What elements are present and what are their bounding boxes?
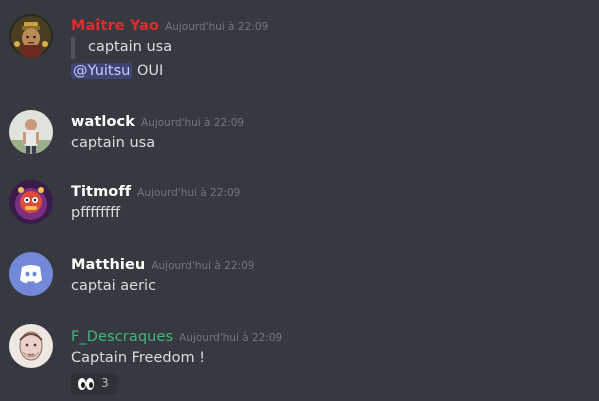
quote-bar (71, 37, 75, 59)
username[interactable]: Titmoff (71, 184, 131, 200)
message-content: @Yuitsu OUI (71, 63, 163, 79)
timestamp: Aujourd'hui à 22:09 (151, 260, 255, 272)
message-text: captai aeric (71, 278, 157, 294)
message-text: pffffffff (71, 205, 121, 221)
message: Matthieu Aujourd'hui à 22:09 captai aeric (0, 240, 599, 312)
timestamp: Aujourd'hui à 22:09 (140, 117, 245, 129)
avatar[interactable] (9, 14, 53, 58)
username[interactable]: watlock (71, 114, 135, 130)
message-header: F_Descraques Aujourd'hui à 22:09 (71, 326, 282, 345)
username[interactable]: Maître Yao (71, 18, 159, 34)
reaction-button[interactable]: 3 (71, 373, 118, 395)
message-text: captain usa (71, 135, 156, 151)
sketch-avatar-icon (9, 324, 53, 368)
reaction-count: 3 (101, 376, 109, 390)
cartoon-avatar-icon (9, 180, 53, 224)
message: F_Descraques Aujourd'hui à 22:09 Captain … (0, 312, 599, 401)
avatar[interactable] (9, 252, 53, 296)
quote-text: captain usa (88, 39, 173, 55)
avatar[interactable] (9, 324, 53, 368)
message-header: Titmoff Aujourd'hui à 22:09 (71, 181, 240, 200)
timestamp: Aujourd'hui à 22:09 (137, 187, 241, 199)
discord-logo-icon (9, 252, 53, 296)
message: watlock Aujourd'hui à 22:09 captain usa (0, 100, 599, 170)
message-header: Maître Yao Aujourd'hui à 22:09 (71, 15, 268, 34)
username[interactable]: Matthieu (71, 257, 145, 273)
message: Maître Yao Aujourd'hui à 22:09 captain us… (0, 0, 599, 100)
username[interactable]: F_Descraques (71, 329, 173, 345)
monk-avatar-icon (9, 14, 53, 58)
timestamp: Aujourd'hui à 22:09 (165, 21, 269, 33)
avatar[interactable] (9, 180, 53, 224)
eyes-emoji-icon (77, 376, 95, 396)
message-text: OUI (136, 63, 164, 79)
timestamp: Aujourd'hui à 22:09 (179, 332, 283, 344)
message: Titmoff Aujourd'hui à 22:09 pffffffff (0, 170, 599, 240)
message-header: Matthieu Aujourd'hui à 22:09 (71, 254, 254, 273)
avatar[interactable] (9, 110, 53, 154)
person-avatar-icon (9, 110, 53, 154)
message-header: watlock Aujourd'hui à 22:09 (71, 111, 244, 130)
message-text: Captain Freedom ! (71, 350, 206, 366)
user-mention[interactable]: @Yuitsu (71, 63, 133, 79)
